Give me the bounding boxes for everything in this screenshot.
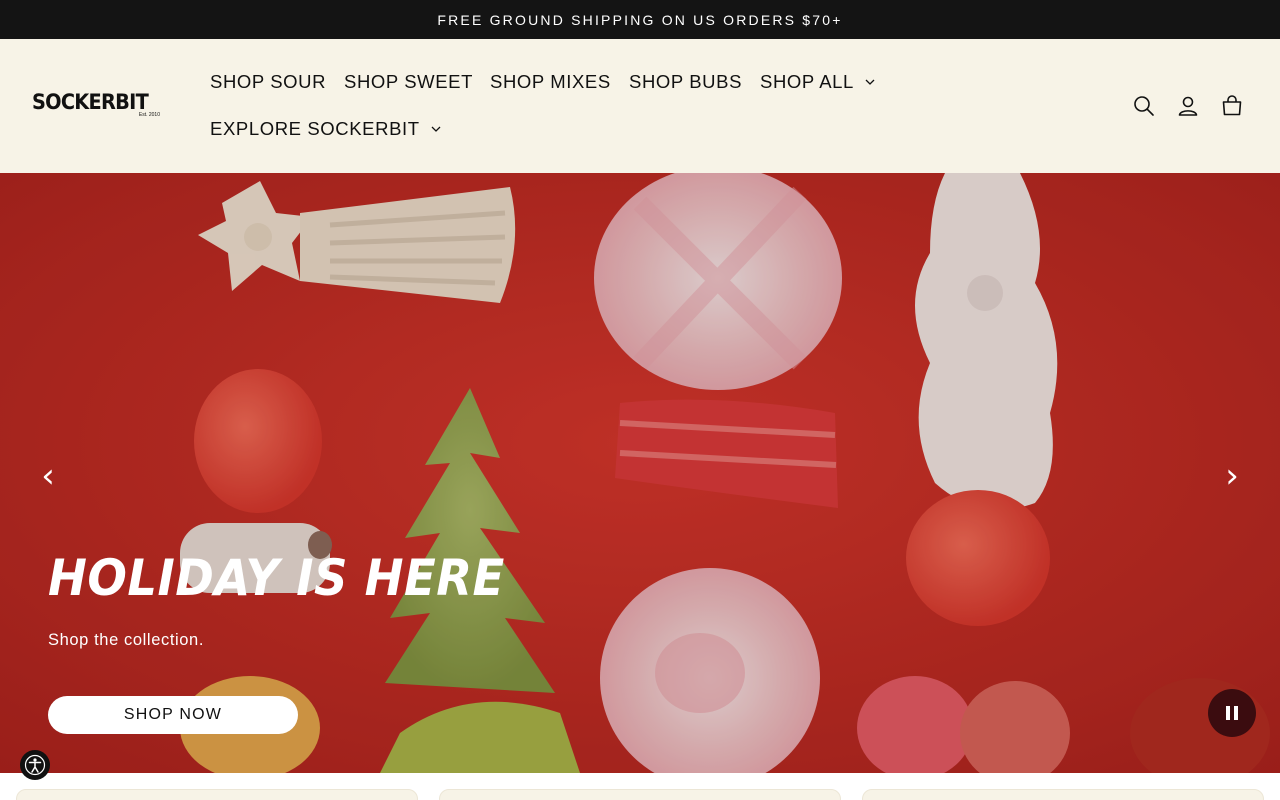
- collection-card[interactable]: [16, 789, 418, 800]
- logo-wordmark: SOCKERBIT: [32, 90, 149, 114]
- collection-card[interactable]: [439, 789, 841, 800]
- hero-subtitle: Shop the collection.: [48, 631, 205, 649]
- nav-label: SHOP ALL: [760, 71, 854, 92]
- chevron-down-icon: [865, 79, 875, 85]
- nav-shop-bubs[interactable]: SHOP BUBS: [629, 70, 742, 94]
- search-icon[interactable]: [1132, 94, 1156, 118]
- nav-shop-all[interactable]: SHOP ALL: [760, 70, 876, 94]
- shop-now-button[interactable]: SHOP NOW: [48, 696, 298, 734]
- nav-shop-mixes[interactable]: SHOP MIXES: [490, 70, 611, 94]
- shop-now-label: SHOP NOW: [123, 706, 223, 723]
- nav-label: SHOP SOUR: [210, 71, 327, 92]
- account-icon[interactable]: [1176, 94, 1200, 118]
- accessibility-button[interactable]: [20, 750, 50, 780]
- nav-shop-sweet[interactable]: SHOP SWEET: [344, 70, 473, 94]
- nav-shop-sour[interactable]: SHOP SOUR: [210, 70, 326, 94]
- announcement-text: FREE GROUND SHIPPING ON US ORDERS $70+: [437, 11, 843, 28]
- logo-tagline: Est. 2010: [138, 112, 160, 118]
- hero-banner: ‹ › HOLIDAY IS HERE Shop the collection.…: [0, 173, 1280, 773]
- accessibility-icon: [24, 754, 46, 776]
- slide-next-button[interactable]: ›: [1217, 458, 1247, 494]
- collection-card[interactable]: [862, 789, 1264, 800]
- nav-explore-sockerbit[interactable]: EXPLORE SOCKERBIT: [210, 117, 442, 141]
- chevron-down-icon: [431, 126, 441, 132]
- hero-title: HOLIDAY IS HERE: [48, 549, 505, 607]
- logo[interactable]: SOCKERBIT Est. 2010: [32, 91, 170, 121]
- cart-icon[interactable]: [1220, 94, 1244, 118]
- slide-prev-button[interactable]: ‹: [33, 458, 63, 494]
- nav-label: SHOP SWEET: [344, 71, 474, 92]
- site-header: SOCKERBIT Est. 2010 SHOP SOUR SHOP SWEET…: [0, 39, 1280, 173]
- announcement-bar: FREE GROUND SHIPPING ON US ORDERS $70+: [0, 0, 1280, 39]
- hero-overlay: [0, 173, 1280, 773]
- slideshow-pause-button[interactable]: [1208, 689, 1256, 737]
- nav-label: EXPLORE SOCKERBIT: [210, 118, 420, 139]
- nav-label: SHOP MIXES: [490, 71, 611, 92]
- nav-label: SHOP BUBS: [629, 71, 743, 92]
- pause-icon: [1226, 706, 1238, 720]
